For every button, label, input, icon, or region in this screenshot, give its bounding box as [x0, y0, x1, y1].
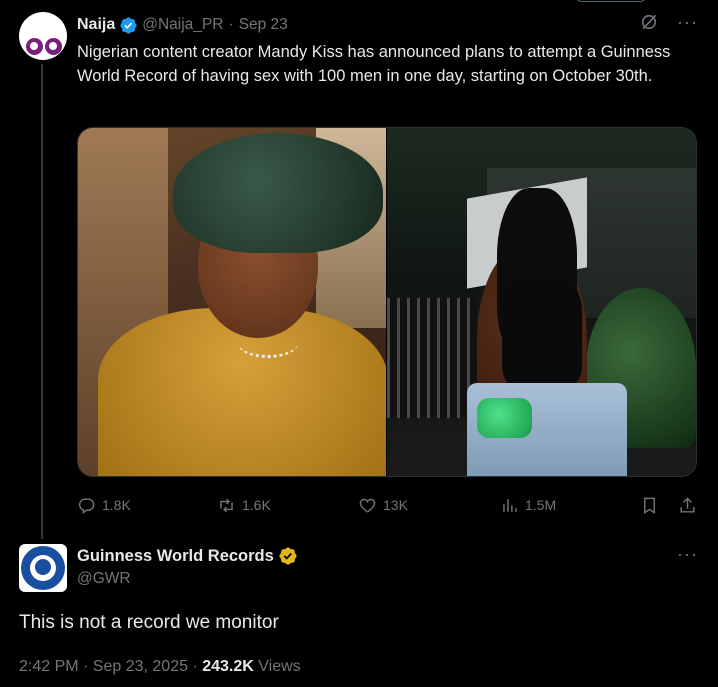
reply-timestamp[interactable]: 2:42 PM · Sep 23, 2025 · — [19, 658, 202, 675]
reply-meta: 2:42 PM · Sep 23, 2025 · 243.2K Views — [19, 658, 301, 676]
grok-icon[interactable] — [639, 12, 659, 32]
share-icon — [680, 496, 695, 513]
repost-button[interactable]: 1.6K — [217, 496, 271, 515]
more-options-icon[interactable]: ··· — [677, 13, 698, 31]
author-handle[interactable]: @Naija_PR — [142, 16, 223, 34]
verified-badge-icon — [120, 16, 137, 34]
media-grid[interactable] — [77, 127, 697, 477]
verified-gold-badge-icon — [279, 547, 297, 565]
avatar-gwr[interactable] — [19, 544, 67, 592]
bookmark-icon — [644, 497, 655, 514]
tweet-text: Nigerian content creator Mandy Kiss has … — [77, 43, 671, 85]
reply-text: This is not a record we monitor — [19, 612, 279, 633]
reply-author-row: Guinness World Records — [77, 546, 298, 566]
parent-header: Naija @Naija_PR · Sep 23 ··· — [77, 12, 698, 36]
avatar-naija[interactable] — [19, 12, 67, 60]
photo-left[interactable] — [78, 128, 386, 476]
reply-icon — [78, 497, 95, 514]
reply-author-name[interactable]: Guinness World Records — [77, 547, 274, 566]
photo-right[interactable] — [387, 128, 696, 476]
like-button[interactable]: 13K — [358, 496, 408, 515]
reply-views-count: 243.2K — [202, 658, 254, 675]
author-name[interactable]: Naija — [77, 16, 115, 34]
tweet-date[interactable]: Sep 23 — [239, 16, 288, 34]
heart-icon — [359, 498, 376, 513]
views-button[interactable]: 1.5M — [500, 496, 556, 515]
thread-line — [41, 64, 43, 539]
reply-count: 1.8K — [102, 497, 131, 513]
avatar-eye-right — [45, 38, 62, 55]
repost-count: 1.6K — [242, 497, 271, 513]
repost-icon — [220, 498, 233, 512]
reply-button[interactable]: 1.8K — [77, 496, 131, 515]
share-button[interactable] — [678, 496, 697, 515]
analytics-icon — [503, 498, 517, 512]
views-count: 1.5M — [525, 497, 557, 513]
parent-tweet[interactable]: Naija @Naija_PR · Sep 23 ··· Nigerian co… — [0, 0, 718, 539]
like-count: 13K — [383, 497, 408, 513]
avatar-eye-left — [26, 38, 43, 55]
gwr-logo-globe — [35, 559, 51, 575]
action-bar: 1.8K 1.6K 13K 1.5M — [77, 494, 699, 516]
reply-more-options-icon[interactable]: ··· — [677, 544, 698, 565]
header-separator: · — [228, 16, 234, 33]
reply-views-label: Views — [253, 658, 301, 675]
reply-author-handle[interactable]: @GWR — [77, 570, 131, 588]
reply-tweet[interactable]: Guinness World Records @GWR ··· This is … — [0, 530, 718, 687]
bookmark-button[interactable] — [640, 496, 659, 515]
